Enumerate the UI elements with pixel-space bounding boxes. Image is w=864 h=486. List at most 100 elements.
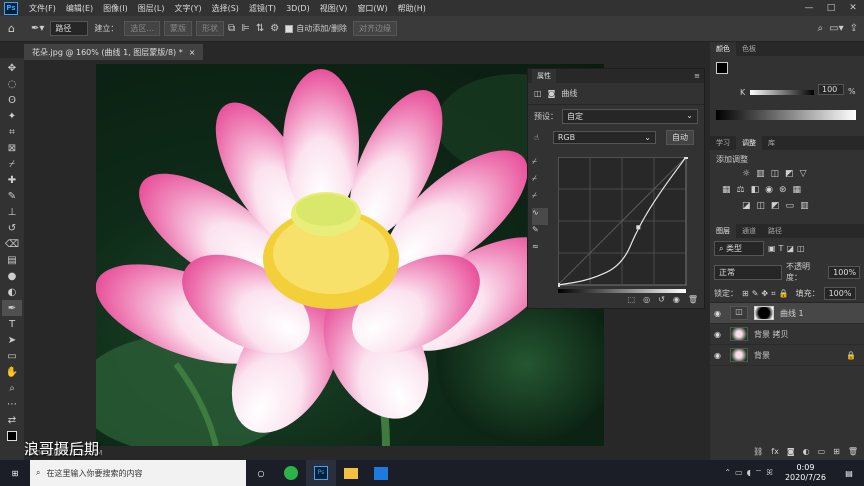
eyedropper-white-icon[interactable]: ⌿	[532, 191, 548, 208]
tab-adjustments[interactable]: 调整	[736, 136, 762, 150]
menu-3d[interactable]: 3D(D)	[281, 4, 315, 13]
group-icon[interactable]: ▭	[818, 447, 826, 456]
channel-select[interactable]: RGB ⌄	[552, 131, 656, 144]
fx-icon[interactable]: fx	[771, 447, 779, 456]
new-adjustment-icon[interactable]: ◐	[803, 447, 810, 456]
k-slider[interactable]	[750, 90, 814, 95]
curve-graph[interactable]	[558, 157, 688, 287]
reset-icon[interactable]: ↺	[658, 295, 665, 304]
pen-tool-icon[interactable]: ✒	[2, 300, 22, 316]
close-tab-icon[interactable]: ×	[189, 48, 196, 57]
notification-icon[interactable]: ▤	[834, 460, 864, 486]
tab-learn[interactable]: 学习	[710, 136, 736, 150]
shape-button[interactable]: 形状	[196, 21, 225, 36]
brightness-icon[interactable]: ☼	[742, 169, 750, 179]
auto-button[interactable]: 自动	[666, 130, 694, 145]
menu-type[interactable]: 文字(Y)	[169, 3, 206, 14]
marquee-tool-icon[interactable]: ◌	[2, 76, 22, 92]
minimize-button[interactable]: —	[798, 3, 820, 13]
blend-mode-select[interactable]: 正常	[714, 264, 782, 280]
trash-icon[interactable]: 🗑	[688, 295, 698, 304]
path-selection-icon[interactable]: ➤	[2, 332, 22, 348]
tab-channels[interactable]: 通道	[736, 224, 762, 238]
history-brush-icon[interactable]: ↺	[2, 220, 22, 236]
mask-button[interactable]: 蒙版	[164, 21, 193, 36]
frame-tool-icon[interactable]: ⊠	[2, 140, 22, 156]
eraser-icon[interactable]: ⌫	[2, 236, 22, 252]
menu-window[interactable]: 窗口(W)	[352, 3, 392, 14]
close-button[interactable]: ✕	[842, 3, 864, 13]
app-green-icon[interactable]	[276, 460, 306, 486]
preset-select[interactable]: 自定 ⌄	[562, 109, 698, 124]
stamp-tool-icon[interactable]: ⊥	[2, 204, 22, 220]
task-view-icon[interactable]: ○	[246, 460, 276, 486]
curve-anchor-point[interactable]	[684, 157, 688, 159]
smooth-icon[interactable]: ≈	[532, 242, 548, 259]
layer-row[interactable]: ◉ 背景 🔒	[710, 345, 864, 366]
path-operations-icon[interactable]: ⧉	[228, 23, 235, 34]
mask-icon[interactable]: ◙	[548, 89, 556, 98]
invert-icon[interactable]: ◪	[742, 201, 751, 211]
curve-anchor-point[interactable]	[636, 225, 641, 230]
magic-wand-icon[interactable]: ✦	[2, 108, 22, 124]
clip-to-layer-icon[interactable]: ⬚	[628, 295, 636, 304]
layer-mask-thumbnail[interactable]	[754, 306, 774, 320]
layer-row[interactable]: ◉ ◫ 曲线 1	[710, 303, 864, 324]
color-balance-icon[interactable]: ⚖	[737, 185, 745, 195]
eyedropper-icon[interactable]: ⌿	[2, 156, 22, 172]
eyedropper-black-icon[interactable]: ⌿	[532, 157, 548, 174]
lock-icon[interactable]: 🔒	[846, 351, 856, 360]
eye-icon[interactable]: ◉	[714, 330, 724, 339]
rectangle-tool-icon[interactable]: ▭	[2, 348, 22, 364]
color-lookup-icon[interactable]: ▦	[793, 185, 802, 195]
layer-filter-select[interactable]: ⌕ 类型	[714, 241, 764, 256]
share-icon[interactable]: ⇪	[850, 23, 858, 34]
curve-anchor-point[interactable]	[558, 283, 560, 287]
eye-icon[interactable]: ◉	[714, 351, 724, 360]
layer-filter-icons[interactable]: ▣T◪◫	[768, 244, 808, 253]
path-arrangement-icon[interactable]: ⇅	[256, 23, 264, 34]
threshold-icon[interactable]: ◩	[771, 201, 780, 211]
tab-paths[interactable]: 路径	[762, 224, 788, 238]
menu-image[interactable]: 图像(I)	[98, 3, 133, 14]
k-value[interactable]: 100	[818, 84, 844, 95]
maximize-button[interactable]: □	[820, 3, 842, 13]
menu-filter[interactable]: 滤镜(T)	[244, 3, 281, 14]
more-tools-icon[interactable]: ⋯	[2, 396, 22, 412]
fill-input[interactable]: 100%	[823, 287, 857, 300]
posterize-icon[interactable]: ◫	[757, 201, 766, 211]
pencil-icon[interactable]: ✎	[532, 225, 548, 242]
vibrance-icon[interactable]: ▽	[800, 169, 807, 179]
home-icon[interactable]: ⌂	[8, 22, 15, 35]
hue-sat-icon[interactable]: ▦	[722, 185, 731, 195]
gradient-tool-icon[interactable]: ▤	[2, 252, 22, 268]
recorder-app-icon[interactable]	[366, 460, 396, 486]
add-mask-icon[interactable]: ◙	[787, 447, 795, 456]
menu-file[interactable]: 文件(F)	[24, 3, 61, 14]
taskbar-search[interactable]: ⌕ 在这里输入你要搜索的内容	[30, 460, 246, 486]
photoshop-taskbar-icon[interactable]: Ps	[306, 460, 336, 486]
selective-color-icon[interactable]: ▥	[800, 201, 809, 211]
brush-tool-icon[interactable]: ✎	[2, 188, 22, 204]
visibility-icon[interactable]: ◉	[673, 295, 680, 304]
windows-start-icon[interactable]: ⊞	[0, 460, 30, 486]
type-tool-icon[interactable]: T	[2, 316, 22, 332]
trash-icon[interactable]: 🗑	[848, 447, 858, 456]
workspace-icon[interactable]: ▭▾	[829, 23, 843, 34]
channel-mixer-icon[interactable]: ⊛	[779, 185, 787, 195]
eye-icon[interactable]: ◉	[714, 309, 724, 318]
file-explorer-icon[interactable]	[336, 460, 366, 486]
exposure-icon[interactable]: ◩	[785, 169, 794, 179]
clock[interactable]: 0:09 2020/7/26	[785, 463, 826, 483]
crop-tool-icon[interactable]: ⌗	[2, 124, 22, 140]
tab-swatches[interactable]: 色板	[736, 42, 762, 56]
view-previous-icon[interactable]: ◎	[643, 295, 650, 304]
swap-colors-icon[interactable]: ⇄	[2, 412, 22, 428]
search-icon[interactable]: ⌕	[818, 23, 824, 34]
new-layer-icon[interactable]: ⊞	[833, 447, 840, 456]
path-alignment-icon[interactable]: ⊫	[241, 23, 250, 34]
menu-select[interactable]: 选择(S)	[207, 3, 244, 14]
link-icon[interactable]: ⛓	[753, 447, 763, 456]
curve-point-icon[interactable]: ∿	[532, 208, 548, 225]
document-tab[interactable]: 花朵.jpg @ 160% (曲线 1, 图层蒙版/8) * ×	[24, 44, 204, 60]
